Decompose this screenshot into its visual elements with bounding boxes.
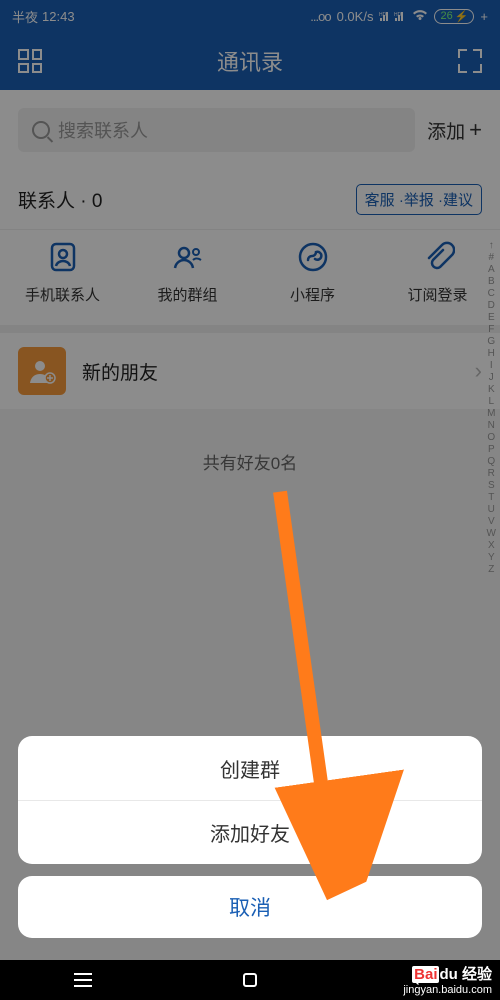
sheet-option-create-group[interactable]: 创建群 [18,736,482,800]
watermark: Baidu Baidu 经验经验 jingyan.baidu.com [403,963,492,996]
action-sheet: 创建群 添加好友 取消 [18,736,482,938]
watermark-brand: Baidu Baidu 经验经验 [403,963,492,984]
nav-menu-button[interactable] [72,969,94,991]
sheet-option-add-friend[interactable]: 添加好友 [18,800,482,864]
watermark-url: jingyan.baidu.com [403,984,492,996]
sheet-cancel-button[interactable]: 取消 [18,876,482,938]
nav-home-button[interactable] [239,969,261,991]
